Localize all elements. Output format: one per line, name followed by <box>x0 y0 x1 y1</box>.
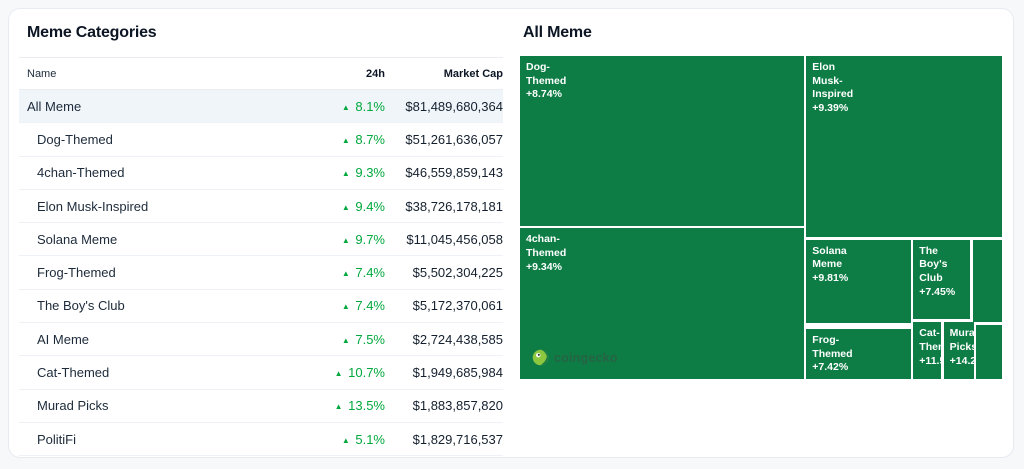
change-24h: ▲ 5.1% <box>299 432 385 447</box>
category-name: Murad Picks <box>19 398 299 413</box>
category-name: All Meme <box>19 99 299 114</box>
market-cap: $5,172,370,061 <box>385 298 503 313</box>
treemap-block-change: +11.50% <box>919 355 940 369</box>
treemap-block-cat-themed[interactable]: Cat-Themed+11.50% <box>913 322 940 379</box>
treemap-block-murad-picks[interactable]: MuradPicks+14.25% <box>944 322 974 379</box>
coingecko-watermark: coingecko <box>532 349 618 366</box>
treemap-block-label: Frog-Themed+7.42% <box>812 334 911 375</box>
up-arrow-icon: ▲ <box>342 103 350 112</box>
change-24h: ▲ 8.1% <box>299 99 385 114</box>
market-cap: $11,045,456,058 <box>385 232 503 247</box>
table-row[interactable]: Dog-Themed▲ 8.7%$51,261,636,057 <box>19 122 503 155</box>
category-name: Solana Meme <box>19 232 299 247</box>
change-24h: ▲ 9.3% <box>299 165 385 180</box>
column-header-24h[interactable]: 24h <box>299 68 385 80</box>
treemap-block-label: TheBoy'sClub+7.45% <box>919 245 969 300</box>
up-arrow-icon: ▲ <box>342 302 350 311</box>
table-row[interactable]: PolitiFi▲ 5.1%$1,829,716,537 <box>19 422 503 455</box>
column-header-name[interactable]: Name <box>19 68 299 80</box>
category-name: Elon Musk-Inspired <box>19 199 299 214</box>
treemap-block-label: 4chan-Themed+9.34% <box>526 233 804 274</box>
change-24h: ▲ 13.5% <box>299 398 385 413</box>
coingecko-wordmark: coingecko <box>554 351 618 365</box>
column-header-market-cap[interactable]: Market Cap <box>385 68 503 80</box>
change-24h: ▲ 7.4% <box>299 265 385 280</box>
treemap-block-change: +9.39% <box>812 102 1002 116</box>
treemap-block-change: +8.74% <box>526 88 804 102</box>
table-header: Name 24h Market Cap <box>19 57 503 90</box>
market-cap: $46,559,859,143 <box>385 165 503 180</box>
left-panel-title: Meme Categories <box>27 23 503 42</box>
category-name: PolitiFi <box>19 432 299 447</box>
treemap-block-change: +7.45% <box>919 286 969 300</box>
category-name: AI Meme <box>19 332 299 347</box>
treemap-block-label: Dog-Themed+8.74% <box>526 61 804 102</box>
market-cap: $38,726,178,181 <box>385 199 503 214</box>
up-arrow-icon: ▲ <box>335 369 343 378</box>
table-row[interactable]: AI Meme▲ 7.5%$2,724,438,585 <box>19 322 503 355</box>
treemap-block-change: +14.25% <box>950 355 974 369</box>
treemap-block-change: +9.81% <box>812 272 911 286</box>
up-arrow-icon: ▲ <box>342 236 350 245</box>
table-row[interactable]: Solana Meme▲ 9.7%$11,045,456,058 <box>19 222 503 255</box>
table-row[interactable]: All Meme▲ 8.1%$81,489,680,364 <box>19 90 503 122</box>
category-name: Cat-Themed <box>19 365 299 380</box>
table-row[interactable]: Cat-Themed▲ 10.7%$1,949,685,984 <box>19 355 503 388</box>
treemap-block-label: ElonMusk-Inspired+9.39% <box>812 61 1002 116</box>
treemap-block[interactable] <box>976 325 1002 379</box>
change-24h: ▲ 7.4% <box>299 298 385 313</box>
treemap-block[interactable] <box>973 240 1002 322</box>
all-meme-panel: All Meme Dog-Themed+8.74%ElonMusk-Inspir… <box>503 9 1013 457</box>
card: Meme Categories Name 24h Market Cap All … <box>8 8 1014 458</box>
market-cap: $2,724,438,585 <box>385 332 503 347</box>
table-row[interactable]: The Boy's Club▲ 7.4%$5,172,370,061 <box>19 289 503 322</box>
up-arrow-icon: ▲ <box>342 203 350 212</box>
up-arrow-icon: ▲ <box>342 436 350 445</box>
table-row[interactable]: Frog-Themed▲ 7.4%$5,502,304,225 <box>19 255 503 288</box>
category-table: Name 24h Market Cap All Meme▲ 8.1%$81,48… <box>19 57 503 456</box>
table-row[interactable]: Elon Musk-Inspired▲ 9.4%$38,726,178,181 <box>19 189 503 222</box>
change-24h: ▲ 7.5% <box>299 332 385 347</box>
treemap-block-elon-musk-inspired[interactable]: ElonMusk-Inspired+9.39% <box>806 56 1002 237</box>
treemap-block-the-boy-s-club[interactable]: TheBoy'sClub+7.45% <box>913 240 969 319</box>
category-name: The Boy's Club <box>19 298 299 313</box>
up-arrow-icon: ▲ <box>342 336 350 345</box>
up-arrow-icon: ▲ <box>335 402 343 411</box>
treemap-block-label: SolanaMeme+9.81% <box>812 245 911 286</box>
up-arrow-icon: ▲ <box>342 169 350 178</box>
meme-categories-panel: Meme Categories Name 24h Market Cap All … <box>9 9 503 457</box>
category-name: 4chan-Themed <box>19 165 299 180</box>
table-row[interactable]: Murad Picks▲ 13.5%$1,883,857,820 <box>19 389 503 422</box>
category-table-body: All Meme▲ 8.1%$81,489,680,364Dog-Themed▲… <box>19 90 503 456</box>
table-row[interactable]: 4chan-Themed▲ 9.3%$46,559,859,143 <box>19 156 503 189</box>
up-arrow-icon: ▲ <box>342 136 350 145</box>
coingecko-logo-icon <box>532 349 549 366</box>
treemap: Dog-Themed+8.74%ElonMusk-Inspired+9.39% 4… <box>520 56 1002 379</box>
market-cap: $1,949,685,984 <box>385 365 503 380</box>
treemap-block-label: MuradPicks+14.25% <box>950 327 974 368</box>
change-24h: ▲ 8.7% <box>299 132 385 147</box>
treemap-block-frog-themed[interactable]: Frog-Themed+7.42% <box>806 329 911 379</box>
market-cap: $51,261,636,057 <box>385 132 503 147</box>
change-24h: ▲ 9.7% <box>299 232 385 247</box>
right-panel-title: All Meme <box>523 23 1002 42</box>
change-24h: ▲ 10.7% <box>299 365 385 380</box>
category-name: Dog-Themed <box>19 132 299 147</box>
treemap-block-solana-meme[interactable]: SolanaMeme+9.81% <box>806 240 911 324</box>
change-24h: ▲ 9.4% <box>299 199 385 214</box>
category-name: Frog-Themed <box>19 265 299 280</box>
market-cap: $1,829,716,537 <box>385 432 503 447</box>
treemap-block-change: +7.42% <box>812 361 911 375</box>
treemap-block-label: Cat-Themed+11.50% <box>919 327 940 368</box>
up-arrow-icon: ▲ <box>342 269 350 278</box>
market-cap: $5,502,304,225 <box>385 265 503 280</box>
market-cap: $81,489,680,364 <box>385 99 503 114</box>
market-cap: $1,883,857,820 <box>385 398 503 413</box>
treemap-block-change: +9.34% <box>526 261 804 275</box>
treemap-block-dog-themed[interactable]: Dog-Themed+8.74% <box>520 56 804 226</box>
